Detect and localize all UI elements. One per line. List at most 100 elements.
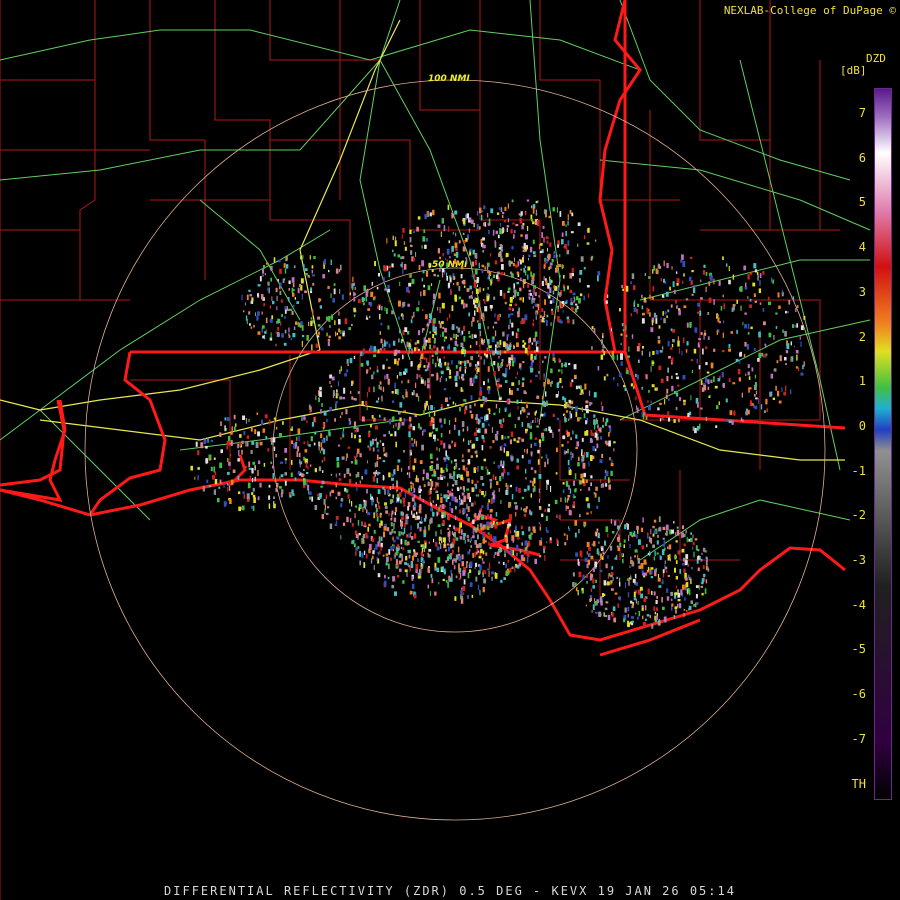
echo-pixel xyxy=(558,264,561,267)
echo-pixel xyxy=(493,536,497,543)
echo-pixel xyxy=(219,432,222,437)
echo-pixel xyxy=(414,458,417,463)
echo-pixel xyxy=(298,435,300,442)
echo-pixel xyxy=(471,487,475,492)
echo-pixel xyxy=(650,570,653,575)
echo-pixel xyxy=(248,467,252,470)
echo-pixel xyxy=(395,552,398,556)
echo-pixel xyxy=(462,454,464,458)
echo-pixel xyxy=(469,582,473,587)
echo-pixel xyxy=(251,505,253,509)
echo-pixel xyxy=(488,275,490,280)
echo-pixel xyxy=(663,318,666,324)
echo-pixel xyxy=(383,342,387,347)
echo-pixel xyxy=(571,306,574,311)
echo-pixel xyxy=(524,540,528,546)
echo-pixel xyxy=(440,497,443,503)
echo-pixel xyxy=(208,485,211,488)
echo-pixel xyxy=(518,563,521,567)
scale-tick-label: -6 xyxy=(851,687,866,702)
echo-pixel xyxy=(690,256,693,259)
echo-pixel xyxy=(683,557,685,562)
echo-pixel xyxy=(433,273,436,277)
echo-pixel xyxy=(452,263,454,266)
echo-pixel xyxy=(353,282,355,286)
echo-pixel xyxy=(319,450,321,454)
echo-pixel xyxy=(629,621,632,625)
echo-pixel xyxy=(440,231,442,237)
echo-pixel xyxy=(361,521,363,527)
echo-pixel xyxy=(455,232,457,237)
echo-pixel xyxy=(516,281,519,285)
echo-pixel xyxy=(611,588,614,591)
echo-pixel xyxy=(506,570,510,575)
echo-pixel xyxy=(510,229,513,234)
echo-pixel xyxy=(302,334,305,338)
echo-pixel xyxy=(459,407,461,412)
echo-pixel xyxy=(490,361,493,367)
echo-pixel xyxy=(217,498,220,503)
echo-pixel xyxy=(483,205,486,210)
scale-tick-label: 2 xyxy=(858,329,866,344)
echo-pixel xyxy=(708,281,711,286)
echo-pixel xyxy=(662,537,665,540)
echo-pixel xyxy=(275,343,277,347)
echo-pixel xyxy=(337,491,341,496)
echo-pixel xyxy=(398,338,400,343)
echo-pixel xyxy=(638,610,641,617)
echo-pixel xyxy=(261,419,263,426)
echo-pixel xyxy=(742,321,744,326)
echo-pixel xyxy=(471,274,474,278)
echo-pixel xyxy=(455,251,459,258)
echo-pixel xyxy=(449,506,451,512)
echo-pixel xyxy=(467,534,469,539)
echo-pixel xyxy=(450,288,452,295)
echo-pixel xyxy=(779,355,782,362)
echo-pixel xyxy=(411,278,415,285)
echo-pixel xyxy=(257,284,261,287)
echo-pixel xyxy=(683,568,686,573)
echo-pixel xyxy=(680,259,683,263)
echo-pixel xyxy=(407,379,410,384)
echo-pixel xyxy=(281,333,284,338)
echo-pixel xyxy=(361,476,363,480)
echo-pixel xyxy=(496,344,500,347)
echo-pixel xyxy=(454,498,456,502)
echo-pixel xyxy=(377,503,379,508)
echo-pixel xyxy=(633,385,635,389)
echo-pixel xyxy=(525,428,528,432)
echo-pixel xyxy=(473,487,476,491)
echo-pixel xyxy=(364,521,366,526)
echo-pixel xyxy=(575,446,578,449)
echo-pixel xyxy=(693,551,695,558)
echo-pixel xyxy=(707,336,710,340)
echo-pixel xyxy=(443,225,446,232)
echo-pixel xyxy=(280,461,283,464)
echo-pixel xyxy=(604,470,606,473)
echo-pixel xyxy=(675,560,678,564)
echo-pixel xyxy=(458,527,461,534)
echo-pixel xyxy=(594,611,598,614)
echo-pixel xyxy=(478,307,480,313)
echo-pixel xyxy=(549,242,552,247)
echo-pixel xyxy=(412,555,414,561)
echo-pixel xyxy=(677,384,680,387)
echo-pixel xyxy=(549,262,553,266)
echo-pixel xyxy=(433,411,436,417)
echo-pixel xyxy=(350,421,352,425)
echo-pixel xyxy=(663,260,665,267)
echo-pixel xyxy=(491,576,493,581)
echo-pixel xyxy=(416,307,420,312)
echo-pixel xyxy=(385,562,388,566)
echo-pixel xyxy=(293,443,296,449)
echo-pixel xyxy=(582,392,584,395)
echo-pixel xyxy=(471,479,474,484)
echo-pixel xyxy=(341,411,343,415)
echo-pixel xyxy=(335,496,338,500)
echo-pixel xyxy=(686,609,688,612)
echo-pixel xyxy=(275,287,278,293)
echo-pixel xyxy=(368,523,371,527)
radar-map[interactable]: 100 NMI 50 NMI xyxy=(0,0,900,900)
echo-pixel xyxy=(482,561,485,564)
echo-pixel xyxy=(539,540,543,546)
